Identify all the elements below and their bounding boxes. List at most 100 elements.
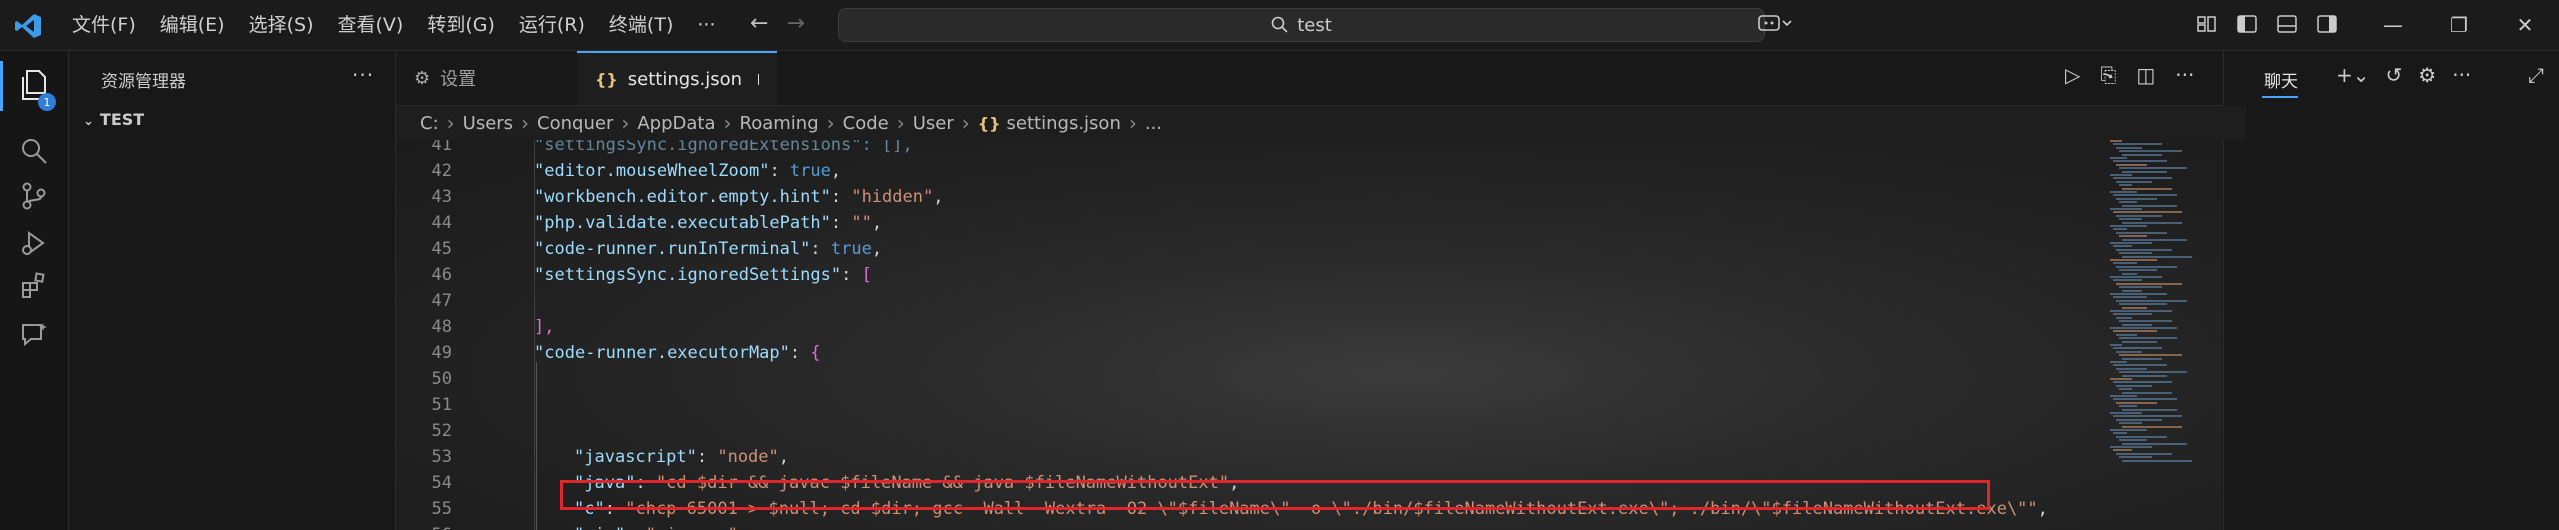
tab-settings[interactable]: ⚙ 设置 — [396, 51, 592, 105]
code-line[interactable]: 43 "workbench.editor.empty.hint": "hidden… — [396, 184, 2096, 210]
minimap-line — [2122, 357, 2162, 360]
code-line[interactable]: 45 "code-runner.runInTerminal": true, — [396, 236, 2096, 262]
extensions-icon[interactable] — [14, 266, 54, 306]
chat-title[interactable]: 聊天 — [2264, 67, 2298, 92]
chevron-right-icon: › — [621, 111, 630, 135]
minimap-line — [2113, 279, 2142, 282]
open-settings-icon[interactable]: ⎘ — [2100, 63, 2116, 87]
chat-more-icon[interactable]: ··· — [2452, 63, 2471, 87]
layout-controls — [2196, 14, 2338, 34]
run-icon[interactable]: ▷ — [2065, 63, 2080, 87]
unsaved-dot-icon[interactable] — [758, 73, 759, 85]
code-line[interactable]: 44 "php.validate.executablePath": "", — [396, 210, 2096, 236]
minimap-line — [2113, 364, 2167, 367]
breadcrumb-item[interactable]: ... — [1145, 113, 1162, 134]
json-key: code-runner.executorMap — [544, 343, 780, 363]
copilot-menu-icon[interactable] — [1757, 13, 1793, 40]
customize-layout-icon[interactable] — [2196, 14, 2218, 34]
chat-icon[interactable] — [14, 314, 54, 354]
menu-terminal[interactable]: 终端(T) — [597, 0, 685, 50]
colon: : — [625, 525, 645, 530]
toggle-secondary-sidebar-icon[interactable] — [2316, 14, 2338, 34]
code-line[interactable]: 48], — [396, 314, 2096, 340]
breadcrumb-item[interactable]: AppData — [637, 113, 715, 134]
code-line[interactable]: 52 — [396, 418, 2096, 444]
breadcrumb-item[interactable]: User — [913, 113, 954, 134]
menu-run[interactable]: 运行(R) — [507, 0, 597, 50]
line-number: 51 — [431, 395, 452, 415]
minimap[interactable] — [2100, 140, 2222, 470]
close-icon[interactable]: ✕ — [2492, 0, 2558, 50]
code-line[interactable]: 42 "editor.mouseWheelZoom": true, — [396, 158, 2096, 184]
minimap-line — [2122, 221, 2182, 224]
history-icon[interactable]: ↺ — [2386, 63, 2403, 87]
minimap-line — [2122, 442, 2187, 445]
breadcrumb-item[interactable]: settings.json — [1007, 113, 1121, 134]
code-line[interactable]: 41 "settingsSync.ignoredExtensions": [], — [396, 140, 2096, 158]
breadcrumb-item[interactable]: C: — [420, 113, 439, 134]
chevron-right-icon: › — [446, 111, 455, 135]
menu-go[interactable]: 转到(G) — [415, 0, 507, 50]
code-line[interactable]: 53 "javascript": "node", — [396, 444, 2096, 470]
tab-settings-json[interactable]: {} settings.json — [577, 51, 777, 105]
minimap-line — [2122, 459, 2192, 462]
search-view-icon[interactable] — [14, 131, 54, 171]
menu-file[interactable]: 文件(F) — [60, 0, 148, 50]
code-line[interactable]: 46 "settingsSync.ignoredSettings": [ — [396, 262, 2096, 288]
quote: " — [615, 525, 625, 530]
minimap-line — [2116, 367, 2147, 370]
menu-more[interactable]: ··· — [685, 0, 727, 50]
toggle-panel-icon[interactable] — [2276, 14, 2298, 34]
command-center-search[interactable]: test — [838, 8, 1765, 42]
json-key: code-runner.runInTerminal — [544, 239, 801, 259]
menu-bar: 文件(F) 编辑(E) 选择(S) 查看(V) 转到(G) 运行(R) 终端(T… — [60, 0, 727, 50]
minimap-line — [2110, 140, 2122, 142]
code-line[interactable]: 51 — [396, 392, 2096, 418]
split-editor-icon[interactable]: ◫ — [2136, 63, 2155, 87]
minimap-line — [2119, 269, 2157, 272]
code-line[interactable]: 56 "zig": "zig run", — [396, 522, 2096, 530]
menu-edit[interactable]: 编辑(E) — [148, 0, 237, 50]
more-actions-icon[interactable]: ··· — [2175, 63, 2194, 87]
run-debug-icon[interactable] — [14, 223, 54, 263]
sidebar-more-actions-icon[interactable]: ··· — [352, 63, 374, 87]
source-control-icon[interactable] — [14, 176, 54, 216]
workspace-folder[interactable]: ⌄ TEST — [83, 110, 144, 129]
menu-selection[interactable]: 选择(S) — [237, 0, 326, 50]
breadcrumb-item[interactable]: Roaming — [740, 113, 819, 134]
toggle-primary-sidebar-icon[interactable] — [2236, 14, 2258, 34]
new-chat-icon[interactable]: +⌄ — [2336, 63, 2370, 87]
minimap-line — [2122, 170, 2167, 173]
chat-settings-gear-icon[interactable]: ⚙ — [2418, 63, 2436, 87]
minimap-line — [2119, 456, 2152, 459]
line-number: 48 — [431, 317, 452, 337]
code-line[interactable]: 50 — [396, 366, 2096, 392]
minimap-line — [2110, 225, 2147, 227]
chat-title-underline — [2262, 96, 2298, 98]
minimap-line — [2119, 439, 2147, 442]
breadcrumb-item[interactable]: Users — [463, 113, 513, 134]
forward-arrow-icon[interactable]: → — [786, 11, 804, 37]
code-editor[interactable]: 41 "settingsSync.ignoredExtensions": [], 4… — [396, 140, 2222, 530]
activity-bar: 1 — [0, 51, 69, 530]
json-value: [ — [861, 265, 872, 285]
quote: " — [759, 161, 770, 181]
json-key: workbench.editor.empty.hint — [544, 187, 821, 207]
restore-icon[interactable]: ❐ — [2426, 0, 2492, 50]
code-line[interactable]: 47 — [396, 288, 2096, 314]
colon: : — [789, 343, 811, 363]
minimap-line — [2116, 350, 2142, 353]
code-line[interactable]: 49 "code-runner.executorMap": { — [396, 340, 2096, 366]
back-arrow-icon[interactable]: ← — [750, 11, 768, 37]
minimap-line — [2122, 391, 2172, 394]
line-number: 42 — [431, 161, 452, 181]
editor-tabs: ⚙ 设置 {} settings.json — [396, 51, 2222, 106]
menu-view[interactable]: 查看(V) — [326, 0, 416, 50]
minimize-icon[interactable]: — — [2360, 0, 2426, 50]
maximize-icon[interactable]: ⤢ — [2528, 63, 2544, 87]
breadcrumb-item[interactable]: Code — [843, 113, 889, 134]
tab-label: 设置 — [440, 69, 477, 90]
breadcrumb-item[interactable]: Conquer — [537, 113, 613, 134]
colon: : — [830, 187, 852, 207]
json-value: "hidden" — [851, 187, 934, 207]
